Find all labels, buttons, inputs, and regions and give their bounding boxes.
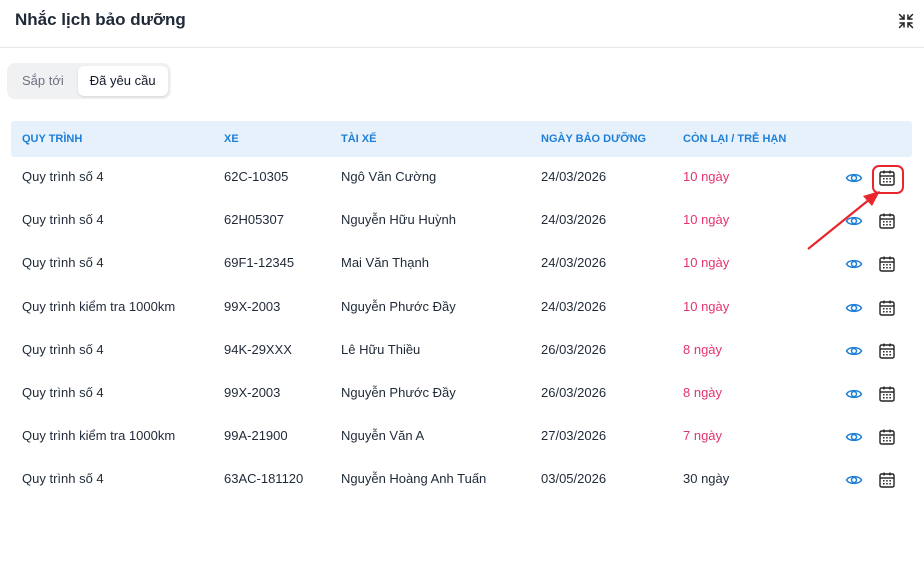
eye-icon[interactable] [845, 212, 863, 230]
cell-vehicle: 99X-2003 [224, 384, 281, 400]
tab-group: Sắp tới Đã yêu cầu [7, 63, 171, 99]
table-row[interactable]: Quy trình kiểm tra 1000km 99X-2003 Nguyễn … [11, 287, 912, 330]
cell-vehicle: 63AC-181120 [224, 471, 304, 487]
eye-icon[interactable] [845, 299, 863, 317]
cell-process: Quy trình số 4 [22, 384, 104, 400]
tab-requested[interactable]: Đã yêu cầu [77, 66, 168, 96]
eye-icon[interactable] [845, 428, 863, 446]
eye-icon[interactable] [845, 471, 863, 489]
cell-remaining: 30 ngày [683, 471, 730, 487]
cell-remaining: 10 ngày [683, 255, 730, 271]
table-row[interactable]: Quy trình số 4 69F1-12345 Mai Văn Thạnh 24/… [11, 243, 912, 286]
calendar-icon[interactable] [877, 427, 897, 447]
cell-maintenance-date: 03/05/2026 [541, 471, 607, 487]
table-header: QUY TRÌNH XE TÀI XẾ NGÀY BẢO DƯỠNG CÒN L… [11, 121, 912, 157]
header-driver: TÀI XẾ [341, 133, 377, 145]
calendar-icon[interactable] [877, 168, 897, 188]
cell-remaining: 10 ngày [683, 298, 730, 314]
header-vehicle: XE [224, 133, 239, 145]
calendar-icon[interactable] [877, 470, 897, 490]
cell-process: Quy trình số 4 [22, 169, 104, 184]
table-row[interactable]: Quy trình số 4 62H05307 Nguyễn Hữu Huỳnh 24… [11, 200, 912, 243]
header-remaining: CÒN LẠI / TRỄ HẠN [683, 133, 787, 145]
cell-driver: Nguyễn Văn A [341, 428, 425, 444]
calendar-icon[interactable] [877, 298, 897, 318]
cell-maintenance-date: 24/03/2026 [541, 212, 607, 228]
eye-icon[interactable] [845, 255, 863, 273]
header-maintenance-date: NGÀY BẢO DƯỠNG [541, 133, 647, 145]
cell-remaining: 8 ngày [683, 341, 723, 357]
cell-maintenance-date: 24/03/2026 [541, 298, 607, 314]
cell-driver: Nguyễn Hữu Huỳnh [341, 212, 456, 228]
cell-vehicle: 62C-10305 [224, 169, 289, 184]
maintenance-table: QUY TRÌNH XE TÀI XẾ NGÀY BẢO DƯỠNG CÒN L… [11, 121, 912, 503]
cell-vehicle: 62H05307 [224, 212, 284, 228]
eye-icon[interactable] [845, 385, 863, 403]
cell-maintenance-date: 26/03/2026 [541, 384, 607, 400]
dialog-header: Nhắc lịch bảo dưỡng [0, 0, 924, 48]
cell-driver: Ngô Văn Cường [341, 169, 437, 184]
cell-process: Quy trình kiểm tra 1000km [22, 298, 176, 314]
cell-driver: Mai Văn Thạnh [341, 255, 429, 271]
cell-vehicle: 99A-21900 [224, 428, 288, 444]
cell-driver: Lê Hữu Thiều [341, 341, 421, 357]
cell-process: Quy trình kiểm tra 1000km [22, 428, 176, 444]
cell-process: Quy trình số 4 [22, 471, 104, 487]
collapse-icon[interactable] [898, 13, 914, 29]
eye-icon[interactable] [845, 342, 863, 360]
table-row[interactable]: Quy trình số 4 94K-29XXX Lê Hữu Thiều 26/03… [11, 330, 912, 373]
cell-remaining: 10 ngày [683, 169, 730, 184]
header-process: QUY TRÌNH [22, 133, 83, 145]
cell-remaining: 10 ngày [683, 212, 730, 228]
cell-vehicle: 94K-29XXX [224, 341, 292, 357]
cell-vehicle: 99X-2003 [224, 298, 281, 314]
cell-driver: Nguyễn Hoàng Anh Tuấn [341, 471, 487, 487]
cell-process: Quy trình số 4 [22, 212, 104, 228]
table-row[interactable]: Quy trình kiểm tra 1000km 99A-21900 Nguyễn… [11, 416, 912, 459]
table-row[interactable]: Quy trình số 4 99X-2003 Nguyễn Phước Đầy 26… [11, 373, 912, 416]
eye-icon[interactable] [845, 169, 863, 187]
tab-upcoming[interactable]: Sắp tới [10, 66, 76, 96]
cell-remaining: 7 ngày [683, 428, 723, 444]
table-body: Quy trình số 4 62C-10305 Ngô Văn Cường 24/0… [11, 157, 912, 503]
table-row[interactable]: Quy trình số 4 62C-10305 Ngô Văn Cường 24/0… [11, 157, 912, 200]
cell-maintenance-date: 26/03/2026 [541, 341, 607, 357]
cell-maintenance-date: 24/03/2026 [541, 169, 607, 184]
cell-vehicle: 69F1-12345 [224, 255, 295, 271]
cell-remaining: 8 ngày [683, 384, 723, 400]
calendar-icon[interactable] [877, 254, 897, 274]
table-row[interactable]: Quy trình số 4 63AC-181120 Nguyễn Hoàng An… [11, 459, 912, 502]
cell-maintenance-date: 27/03/2026 [541, 428, 607, 444]
cell-process: Quy trình số 4 [22, 341, 104, 357]
calendar-icon[interactable] [877, 211, 897, 231]
cell-driver: Nguyễn Phước Đầy [341, 384, 456, 400]
dialog-title: Nhắc lịch bảo dưỡng [15, 10, 186, 29]
calendar-icon[interactable] [877, 384, 897, 404]
cell-maintenance-date: 24/03/2026 [541, 255, 607, 271]
cell-process: Quy trình số 4 [22, 255, 104, 271]
calendar-icon[interactable] [877, 341, 897, 361]
cell-driver: Nguyễn Phước Đầy [341, 298, 456, 314]
